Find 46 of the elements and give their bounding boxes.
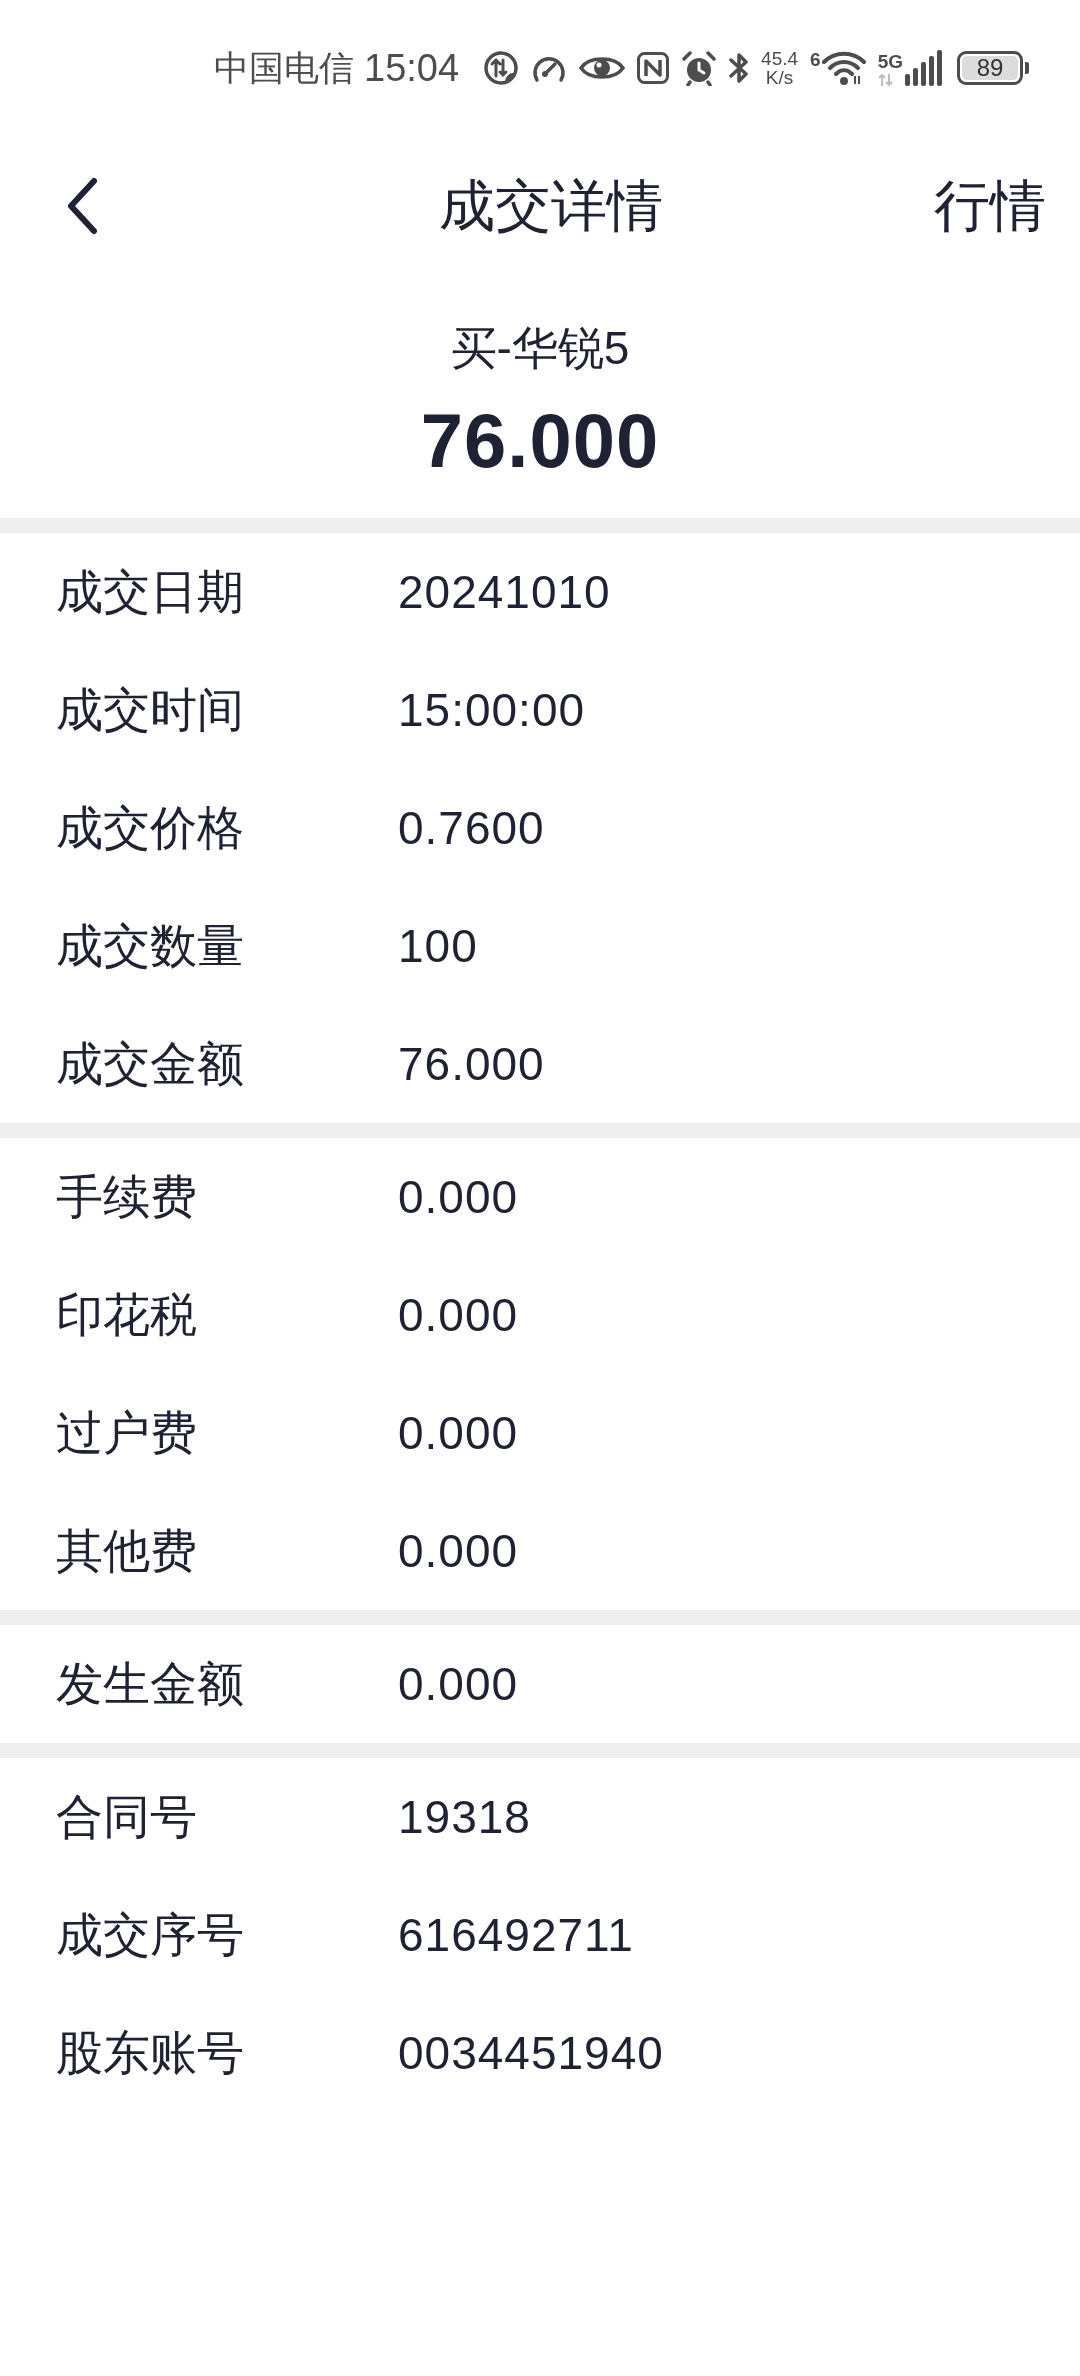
field-value: 0.000 (398, 1406, 519, 1461)
signal-bars-icon (905, 50, 943, 86)
nfc-icon (637, 52, 670, 84)
field-value: 0.000 (398, 1170, 519, 1225)
wifi-standard-label: 6 (810, 50, 821, 69)
field-value: 0.000 (398, 1288, 519, 1343)
field-value: 0034451940 (398, 2026, 664, 2081)
field-label: 成交时间 (56, 682, 245, 738)
network-type-label: 5G (877, 52, 903, 71)
network-speed-value: 45.4 (761, 49, 799, 68)
page-title: 成交详情 (439, 173, 663, 239)
field-label: 股东账号 (56, 2025, 245, 2081)
eye-icon (579, 54, 626, 82)
wifi-icon (821, 50, 866, 86)
field-label: 其他费 (56, 1523, 198, 1579)
bluetooth-icon (729, 51, 750, 85)
field-value: 0.7600 (398, 801, 545, 856)
field-value: 616492711 (398, 1908, 634, 1963)
field-label: 成交数量 (56, 918, 245, 974)
carrier-name: 中国电信 (214, 48, 354, 88)
field-value: 76.000 (398, 1037, 545, 1092)
field-label: 手续费 (56, 1169, 198, 1225)
field-value: 19318 (398, 1790, 531, 1845)
field-label: 印花税 (56, 1287, 198, 1343)
trade-amount: 76.000 (420, 397, 660, 485)
alarm-clock-icon (681, 50, 718, 86)
field-label: 合同号 (56, 1789, 198, 1845)
field-value: 0.000 (398, 1524, 519, 1579)
network-speed-unit: K/s (765, 68, 794, 87)
field-value: 20241010 (398, 565, 611, 620)
field-label: 成交价格 (56, 800, 245, 856)
field-label: 成交序号 (56, 1907, 245, 1963)
trade-stock-name: 买-华锐5 (450, 321, 630, 376)
up-down-arrows-icon (877, 74, 894, 86)
field-value: 15:00:00 (398, 683, 586, 738)
field-label: 发生金额 (56, 1656, 245, 1712)
chevron-left-icon (66, 177, 98, 235)
circle-arrows-icon (483, 50, 520, 86)
market-quotes-link[interactable]: 行情 (934, 171, 1046, 241)
field-label: 成交日期 (56, 564, 245, 620)
field-label: 过户费 (56, 1405, 198, 1461)
field-label: 成交金额 (56, 1036, 245, 1092)
battery-percent: 89 (976, 56, 1004, 80)
field-value: 0.000 (398, 1657, 519, 1712)
status-time: 15:04 (364, 48, 460, 88)
field-value: 100 (398, 919, 478, 974)
